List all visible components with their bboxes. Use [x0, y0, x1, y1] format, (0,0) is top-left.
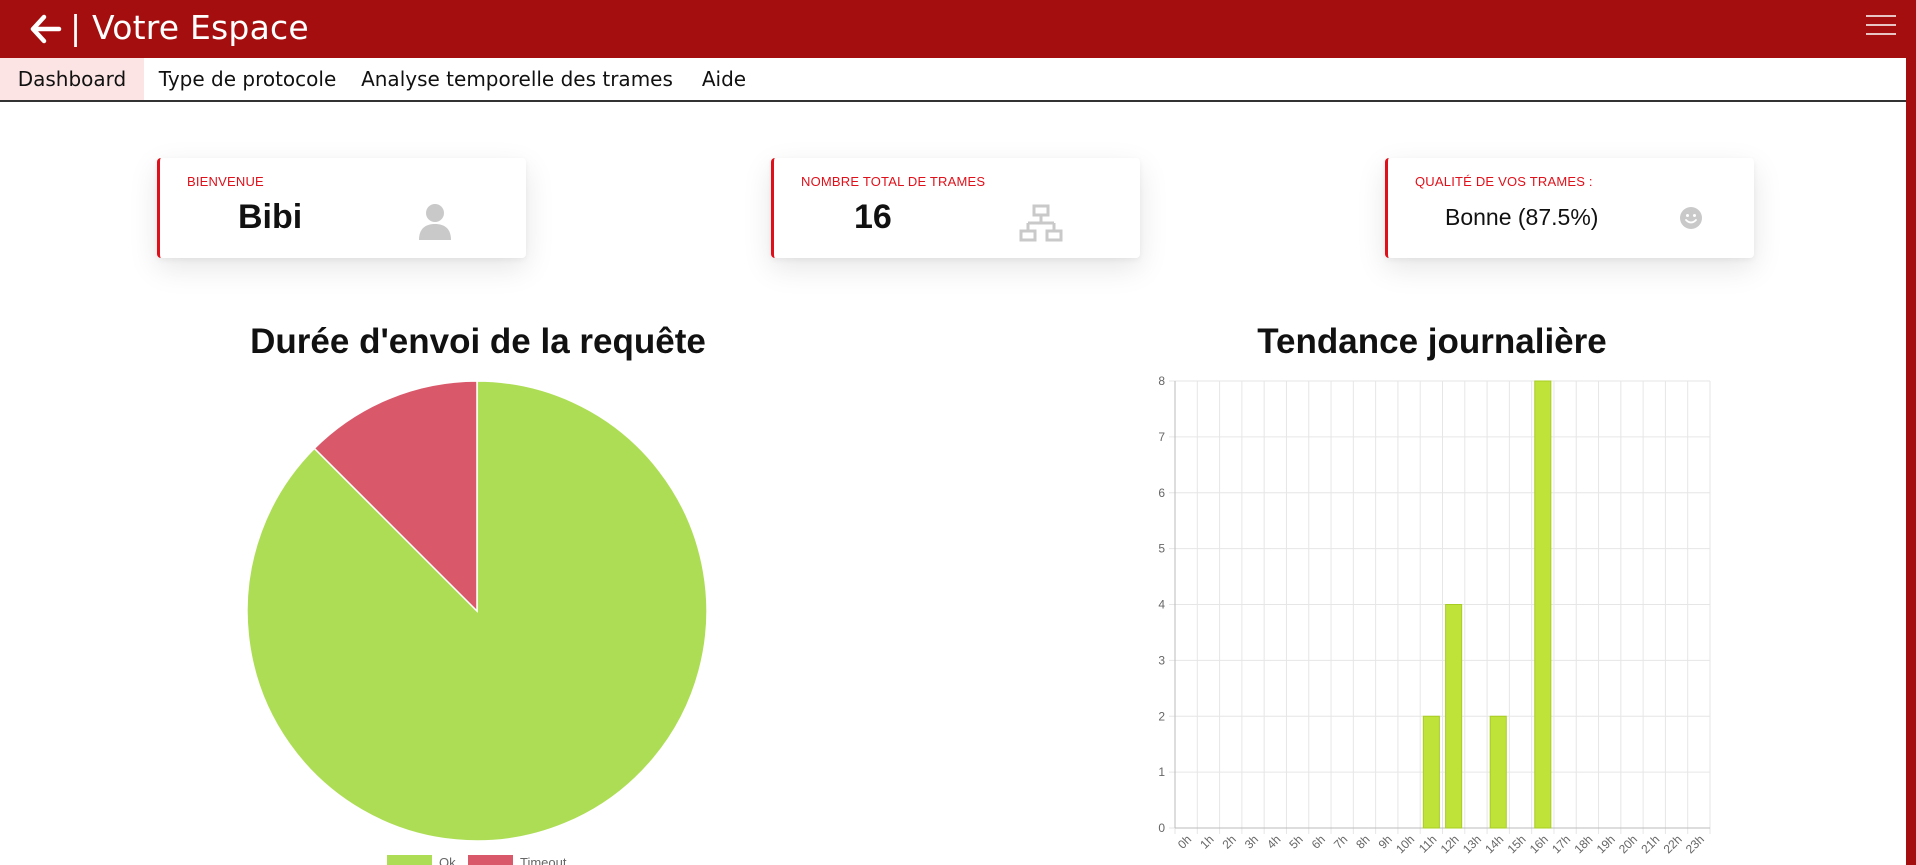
x-tick-label: 21h: [1638, 832, 1662, 856]
legend-label-timeout: Timeout: [520, 855, 567, 865]
x-tick-label: 18h: [1571, 832, 1595, 856]
x-tick-label: 4h: [1264, 832, 1283, 851]
x-tick-label: 10h: [1393, 832, 1417, 856]
tab-analyse-temporelle[interactable]: Analyse temporelle des trames: [356, 58, 678, 100]
x-tick-label: 22h: [1661, 832, 1685, 856]
bar-14h[interactable]: [1489, 715, 1507, 829]
bar-chart: 0 1 2 3 4 5 6 7 8 0h 1h 2h 3h 4h 5h 6h 7h 8h 9h10h11h12h13…: [1158, 374, 1711, 856]
total-frames-label: NOMBRE TOTAL DE TRAMES: [801, 174, 986, 189]
x-tick-label: 6h: [1309, 832, 1328, 851]
smiley-icon: [1680, 207, 1702, 229]
x-tick-label: 9h: [1376, 832, 1395, 851]
y-tick-label: 6: [1158, 486, 1165, 500]
app-title: | Votre Espace: [70, 8, 309, 47]
bar-11h[interactable]: [1422, 715, 1440, 829]
user-icon: [419, 204, 451, 240]
x-tick-label: 7h: [1331, 832, 1350, 851]
pie-chart-title: Durée d'envoi de la requête: [250, 322, 706, 361]
y-tick-label: 3: [1158, 653, 1165, 667]
top-bar: | Votre Espace: [0, 0, 1916, 58]
quality-value: Bonne (87.5%): [1445, 204, 1599, 230]
y-tick-label: 4: [1158, 598, 1165, 612]
total-frames-card: NOMBRE TOTAL DE TRAMES 16: [771, 158, 1140, 258]
pie-chart: Ok Timeout: [246, 380, 708, 865]
bar-chart-title: Tendance journalière: [1257, 322, 1607, 361]
x-tick-label: 19h: [1594, 832, 1618, 856]
welcome-card: BIENVENUE Bibi: [157, 158, 526, 258]
tab-type-de-protocole[interactable]: Type de protocole: [144, 58, 351, 100]
nav-tabs: Dashboard Type de protocole Analyse temp…: [0, 58, 1906, 102]
x-tick-label: 15h: [1505, 832, 1529, 856]
hamburger-menu-icon[interactable]: [1866, 15, 1896, 37]
tab-dashboard[interactable]: Dashboard: [0, 58, 144, 100]
x-tick-label: 17h: [1549, 832, 1573, 856]
y-tick-label: 1: [1158, 765, 1165, 779]
x-tick-label: 16h: [1527, 832, 1551, 856]
total-frames-value: 16: [854, 198, 892, 236]
back-arrow-icon[interactable]: [30, 14, 62, 44]
welcome-label: BIENVENUE: [187, 174, 264, 189]
y-tick-label: 8: [1158, 374, 1165, 388]
x-tick-label: 13h: [1460, 832, 1484, 856]
network-icon: [1019, 204, 1063, 242]
welcome-username: Bibi: [238, 198, 303, 236]
legend-swatch-ok: [387, 855, 432, 865]
tab-aide[interactable]: Aide: [690, 58, 758, 100]
bar-16h[interactable]: [1534, 380, 1552, 829]
x-tick-label: 14h: [1482, 832, 1506, 856]
x-tick-label: 0h: [1175, 832, 1194, 851]
x-tick-label: 12h: [1438, 832, 1462, 856]
x-tick-label: 11h: [1416, 832, 1439, 855]
legend-swatch-timeout: [468, 855, 513, 865]
x-tick-label: 2h: [1220, 832, 1239, 851]
legend-label-ok: Ok: [439, 855, 456, 865]
y-tick-label: 7: [1158, 430, 1165, 444]
x-tick-label: 5h: [1286, 832, 1305, 851]
x-tick-label: 20h: [1616, 832, 1640, 856]
quality-label: QUALITÉ DE VOS TRAMES :: [1415, 174, 1593, 189]
scrollbar[interactable]: [1906, 0, 1916, 865]
bar-12h[interactable]: [1445, 604, 1463, 829]
x-tick-label: 1h: [1197, 832, 1216, 851]
x-tick-label: 23h: [1683, 832, 1707, 856]
y-tick-label: 0: [1158, 821, 1165, 835]
quality-card: QUALITÉ DE VOS TRAMES : Bonne (87.5%): [1385, 158, 1754, 258]
x-tick-label: 3h: [1242, 832, 1261, 851]
y-tick-label: 5: [1158, 542, 1165, 556]
x-tick-label: 8h: [1353, 832, 1372, 851]
y-tick-label: 2: [1158, 709, 1165, 723]
